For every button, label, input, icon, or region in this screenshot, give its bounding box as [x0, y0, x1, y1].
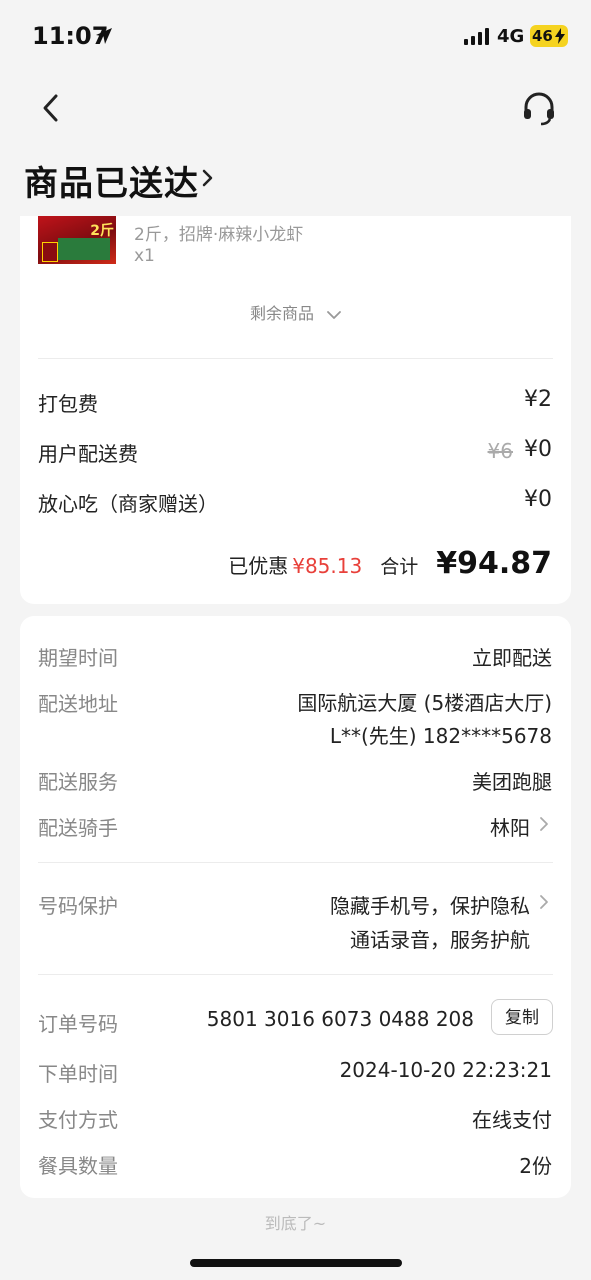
- charging-bolt-icon: [555, 28, 565, 44]
- payment-label: 支付方式: [38, 1108, 118, 1132]
- fee-label-guarantee: 放心吃（商家赠送）: [38, 492, 218, 516]
- service-value: 美团跑腿: [472, 770, 552, 794]
- fee-label-delivery: 用户配送费: [38, 442, 138, 466]
- chevron-right-icon[interactable]: [200, 166, 216, 190]
- service-label: 配送服务: [38, 770, 118, 794]
- address-label: 配送地址: [38, 692, 118, 716]
- divider: [38, 358, 553, 359]
- thumbnail-badge: [42, 242, 58, 262]
- item-quantity: x1: [134, 246, 155, 266]
- fee-value-delivery: ¥0: [524, 437, 552, 462]
- address-line2: L**(先生) 182****5678: [329, 724, 552, 748]
- tableware-value: 2份: [519, 1154, 552, 1178]
- fee-value-guarantee: ¥0: [524, 487, 552, 512]
- home-indicator[interactable]: [190, 1259, 402, 1267]
- tableware-label: 餐具数量: [38, 1154, 118, 1178]
- expected-time-label: 期望时间: [38, 646, 118, 670]
- chevron-right-icon: [540, 817, 548, 831]
- signal-icon: [464, 28, 489, 45]
- discount-value: ¥85.13: [292, 554, 363, 578]
- more-items-toggle[interactable]: 剩余商品: [20, 300, 571, 324]
- product-thumbnail-tag: 2斤: [90, 223, 114, 239]
- location-arrow-icon: [96, 28, 112, 44]
- fee-label-packing: 打包费: [38, 392, 98, 416]
- order-time-value: 2024-10-20 22:23:21: [339, 1058, 552, 1082]
- expected-time-value: 立即配送: [472, 646, 552, 670]
- discount-label: 已优惠: [228, 554, 289, 578]
- chevron-right-icon: [540, 895, 548, 909]
- order-time-label: 下单时间: [38, 1062, 118, 1086]
- page-title[interactable]: 商品已送达: [24, 156, 199, 205]
- network-type: 4G: [497, 26, 525, 47]
- more-items-label: 剩余商品: [249, 304, 314, 323]
- order-fee-card: 2斤 2斤，招牌·麻辣小龙虾 x1 剩余商品 打包费 ¥2 用户配送费 ¥6 ¥…: [20, 216, 571, 604]
- order-no-value: 5801 3016 6073 0488 208: [206, 1007, 474, 1031]
- headset-icon[interactable]: [521, 92, 557, 126]
- status-bar: 11:07 4G 46: [0, 0, 591, 72]
- fee-value-packing: ¥2: [524, 387, 552, 412]
- order-no-label: 订单号码: [38, 1012, 118, 1036]
- privacy-line1: 隐藏手机号，保护隐私: [330, 894, 530, 918]
- total-label: 合计: [380, 556, 419, 578]
- copy-button[interactable]: 复制: [491, 999, 553, 1035]
- rider-value: 林阳: [490, 816, 530, 840]
- address-line1: 国际航运大厦 (5楼酒店大厅): [297, 691, 552, 715]
- total-value: ¥94.87: [436, 546, 552, 581]
- chevron-down-icon: [327, 310, 341, 319]
- privacy-line2: 通话录音，服务护航: [350, 928, 530, 952]
- thumbnail-banner: [58, 238, 110, 260]
- item-spec: 2斤，招牌·麻辣小龙虾: [134, 225, 304, 245]
- order-detail-card: 期望时间 立即配送 配送地址 国际航运大厦 (5楼酒店大厅) L**(先生) 1…: [20, 616, 571, 1198]
- payment-value: 在线支付: [472, 1108, 552, 1132]
- rider-label: 配送骑手: [38, 816, 118, 840]
- battery-level: 46: [532, 27, 553, 45]
- end-of-page-hint: 到底了~: [264, 1214, 327, 1233]
- back-chevron-icon[interactable]: [36, 90, 68, 126]
- order-summary: 已优惠 ¥85.13 合计 ¥94.87: [228, 546, 552, 590]
- divider: [38, 974, 553, 975]
- privacy-label: 号码保护: [38, 894, 118, 918]
- fee-original-delivery: ¥6: [487, 439, 513, 463]
- divider: [38, 862, 553, 863]
- battery-icon: 46: [530, 25, 568, 47]
- product-thumbnail[interactable]: 2斤: [38, 216, 116, 264]
